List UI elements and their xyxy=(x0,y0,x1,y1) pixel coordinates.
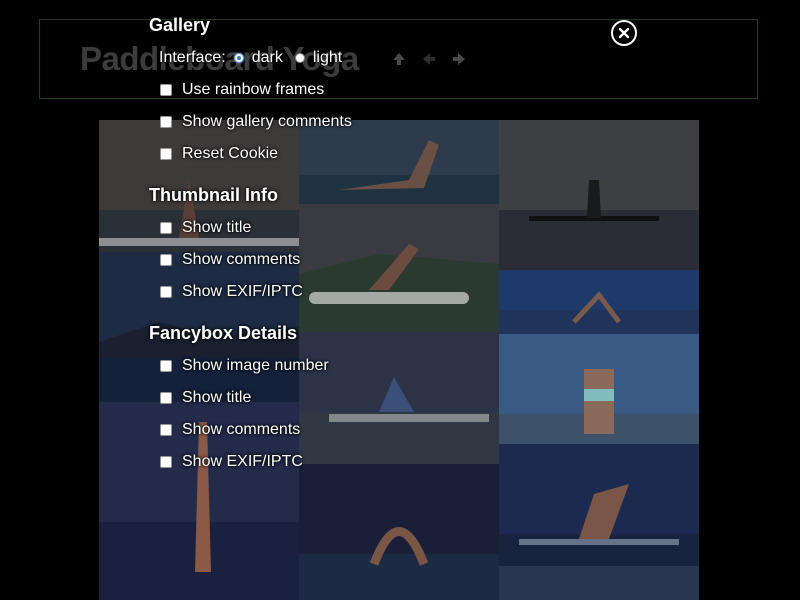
thumb-comments-checkbox[interactable] xyxy=(160,254,172,266)
interface-dark-label[interactable]: dark xyxy=(252,49,283,67)
thumbnail-info-title: Thumbnail Info xyxy=(149,185,278,205)
interface-label: Interface: xyxy=(159,49,226,66)
fb-title-option[interactable]: Show title xyxy=(160,388,251,408)
photo-yoga-wheel[interactable] xyxy=(299,464,499,600)
arrow-left-icon[interactable] xyxy=(420,50,438,68)
rainbow-frames-label[interactable]: Use rainbow frames xyxy=(182,81,324,99)
thumb-exif-option[interactable]: Show EXIF/IPTC xyxy=(160,282,303,302)
interface-selector: Interface: dark light xyxy=(159,48,354,68)
fb-exif-option[interactable]: Show EXIF/IPTC xyxy=(160,452,303,472)
gallery-section-title: Gallery xyxy=(149,15,211,35)
gallery-comments-label[interactable]: Show gallery comments xyxy=(182,113,352,131)
thumb-comments-label[interactable]: Show comments xyxy=(182,251,300,269)
photo-yoga-side-plank[interactable] xyxy=(299,204,499,332)
fb-comments-option[interactable]: Show comments xyxy=(160,420,300,440)
thumb-title-checkbox[interactable] xyxy=(160,222,172,234)
fb-image-number-option[interactable]: Show image number xyxy=(160,356,329,376)
photo-yoga-boat-pose[interactable] xyxy=(499,444,699,566)
arrow-right-icon[interactable] xyxy=(450,50,468,68)
arrow-up-icon[interactable] xyxy=(390,50,408,68)
interface-light-radio[interactable] xyxy=(294,53,305,63)
photo-yoga-seated[interactable] xyxy=(299,332,499,464)
fb-image-number-label[interactable]: Show image number xyxy=(182,357,329,375)
thumb-title-label[interactable]: Show title xyxy=(182,219,251,237)
fb-title-label[interactable]: Show title xyxy=(182,389,251,407)
gallery-comments-checkbox[interactable] xyxy=(160,116,172,128)
photo-yoga-partial[interactable] xyxy=(499,566,699,600)
fancybox-details-title: Fancybox Details xyxy=(149,323,298,343)
close-button[interactable] xyxy=(611,20,637,46)
fb-exif-label[interactable]: Show EXIF/IPTC xyxy=(182,453,303,471)
interface-dark-radio[interactable] xyxy=(233,53,244,63)
fb-comments-label[interactable]: Show comments xyxy=(182,421,300,439)
fb-comments-checkbox[interactable] xyxy=(160,424,172,436)
photo-yoga-downdog[interactable] xyxy=(499,270,699,334)
gallery-comments-option[interactable]: Show gallery comments xyxy=(160,112,352,132)
interface-light-label[interactable]: light xyxy=(313,49,342,67)
close-icon xyxy=(618,27,630,39)
thumb-title-option[interactable]: Show title xyxy=(160,218,251,238)
reset-cookie-option[interactable]: Reset Cookie xyxy=(160,144,278,164)
rainbow-frames-option[interactable]: Use rainbow frames xyxy=(160,80,324,100)
thumb-comments-option[interactable]: Show comments xyxy=(160,250,300,270)
rainbow-frames-checkbox[interactable] xyxy=(160,84,172,96)
reset-cookie-checkbox[interactable] xyxy=(160,148,172,160)
fb-title-checkbox[interactable] xyxy=(160,392,172,404)
thumb-exif-checkbox[interactable] xyxy=(160,286,172,298)
reset-cookie-label[interactable]: Reset Cookie xyxy=(182,145,278,163)
photo-yoga-backbend[interactable] xyxy=(499,334,699,444)
nav-arrows xyxy=(390,50,468,68)
thumb-exif-label[interactable]: Show EXIF/IPTC xyxy=(182,283,303,301)
fb-image-number-checkbox[interactable] xyxy=(160,360,172,372)
photo-yoga-cobra[interactable] xyxy=(299,120,499,204)
fb-exif-checkbox[interactable] xyxy=(160,456,172,468)
photo-yoga-handstand[interactable] xyxy=(499,120,699,270)
